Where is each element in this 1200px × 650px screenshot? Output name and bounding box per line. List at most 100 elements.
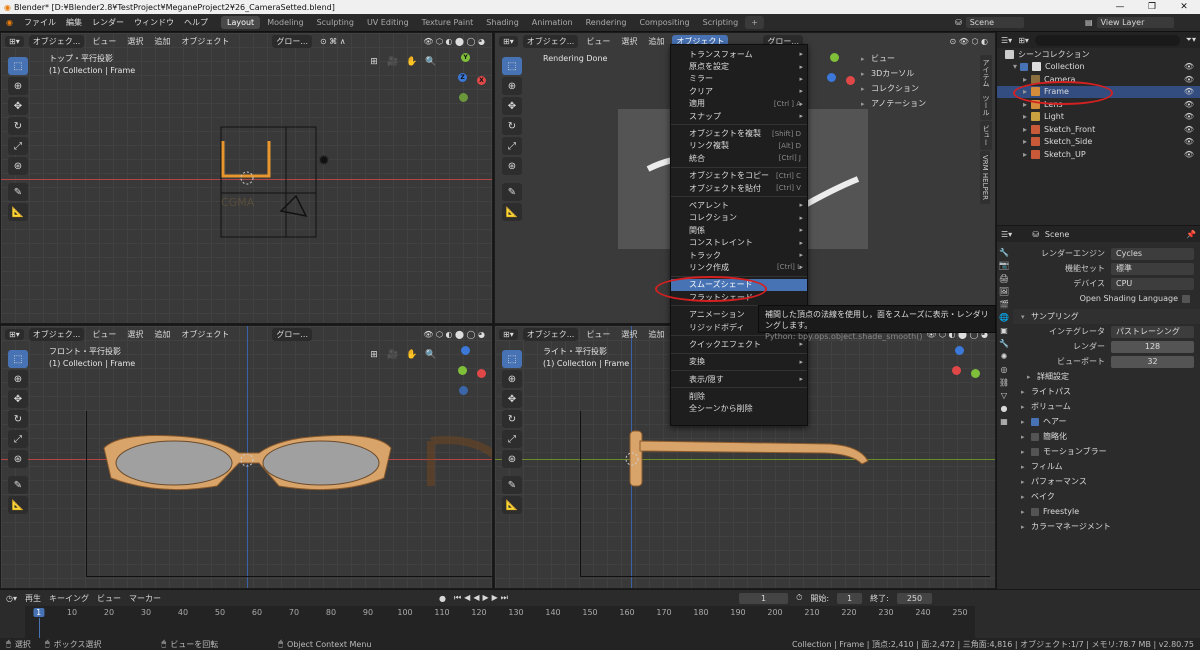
cursor-tool[interactable]: ⊕ — [8, 370, 28, 388]
select-box-tool[interactable]: ⬚ — [8, 350, 28, 368]
tab-modeling[interactable]: Modeling — [261, 16, 309, 29]
sidebar-tab-vrm-helper[interactable]: VRM HELPER — [980, 151, 990, 205]
menu-render[interactable]: レンダー — [87, 17, 129, 28]
object-menu-item[interactable]: 削除 — [671, 390, 807, 402]
gizmo-y-icon[interactable] — [458, 366, 467, 375]
gizmo-z-icon[interactable] — [827, 73, 836, 82]
sampling-panel-header[interactable]: ▾ サンプリング — [1013, 309, 1200, 324]
measure-tool[interactable]: 📐 — [502, 496, 522, 514]
eye-icon[interactable]: 👁 — [1184, 62, 1194, 71]
constraints-tab-icon[interactable]: ⛓ — [999, 378, 1009, 387]
outliner-item[interactable]: ▸ Light 👁 — [997, 111, 1200, 124]
record-button[interactable]: ● — [439, 594, 446, 603]
rotate-tool[interactable]: ↻ — [502, 117, 522, 135]
select-box-tool[interactable]: ⬚ — [502, 350, 522, 368]
pin-icon[interactable]: 📌 — [1186, 230, 1196, 239]
scene-tab-icon[interactable]: 🎬 — [999, 300, 1009, 309]
menu-view[interactable]: ビュー — [583, 328, 613, 341]
tab-rendering[interactable]: Rendering — [580, 16, 633, 29]
end-field[interactable]: 250 — [896, 592, 933, 604]
sidebar-tab-view[interactable]: ビュー — [980, 121, 992, 150]
feature-set-select[interactable]: 標準 — [1111, 262, 1194, 275]
current-frame-field[interactable]: 1 — [739, 592, 789, 604]
modifier-tab-icon[interactable]: 🔧 — [999, 339, 1009, 348]
view-layer-tab-icon[interactable]: 🖼 — [999, 287, 1009, 296]
menu-help[interactable]: ヘルプ — [179, 17, 213, 28]
orientation-select[interactable]: グロー... — [272, 35, 312, 48]
move-tool[interactable]: ✥ — [502, 97, 522, 115]
object-menu-item[interactable]: リンク複製 [Alt] D — [671, 140, 807, 152]
properties-panel-header[interactable]: ▸ カラーマネージメント — [1013, 519, 1200, 534]
editor-type-button[interactable]: ⊞▾ — [499, 329, 518, 340]
menu-add[interactable]: 追加 — [645, 328, 667, 341]
tab-shading[interactable]: Shading — [480, 16, 525, 29]
panel-checkbox[interactable] — [1031, 447, 1039, 456]
render-engine-select[interactable]: Cycles — [1111, 247, 1194, 260]
eye-icon[interactable]: 👁 — [1184, 100, 1194, 109]
eye-icon[interactable]: 👁 — [1184, 125, 1194, 134]
menu-object[interactable]: オブジェクト — [178, 35, 232, 48]
editor-type-button[interactable]: ⊞▾ — [5, 329, 24, 340]
outliner-search[interactable] — [1034, 34, 1180, 46]
move-tool[interactable]: ✥ — [8, 97, 28, 115]
editor-type-button[interactable]: ⊞▾ — [499, 36, 518, 47]
camera-view-icon[interactable]: 🎥 — [386, 55, 400, 69]
object-menu-item[interactable]: 適用 [Ctrl ] A ▸ — [671, 98, 807, 110]
data-tab-icon[interactable]: ▽ — [1001, 391, 1007, 400]
sidebar-collection[interactable]: ▸ コレクション — [853, 81, 973, 96]
panel-checkbox[interactable] — [1031, 507, 1039, 516]
rotate-tool[interactable]: ↻ — [8, 117, 28, 135]
object-menu-item[interactable]: 全シーンから削除 — [671, 403, 807, 415]
texture-tab-icon[interactable]: ▦ — [1000, 417, 1008, 426]
annotate-tool[interactable]: ✎ — [502, 183, 522, 201]
viewport-top-left[interactable]: ⊞▾ オブジェク... ビュー 選択 追加 オブジェクト グロー... ⊙ ⌘ … — [0, 32, 493, 324]
gizmo-neg-z-icon[interactable] — [459, 386, 468, 395]
measure-tool[interactable]: 📐 — [8, 496, 28, 514]
tool-tab-icon[interactable]: 🔧 — [999, 248, 1009, 257]
render-samples-field[interactable]: 128 — [1111, 340, 1194, 353]
world-tab-icon[interactable]: 🌐 — [999, 313, 1009, 322]
view-layer-selector[interactable]: ▤ View Layer — [1085, 17, 1175, 28]
transform-tool[interactable]: ⊛ — [502, 450, 522, 468]
mode-select[interactable]: オブジェク... — [28, 35, 85, 48]
particles-tab-icon[interactable]: ✺ — [1001, 352, 1008, 361]
tab-scripting[interactable]: Scripting — [697, 16, 745, 29]
outliner-item[interactable]: ▸ Sketch_UP 👁 — [997, 148, 1200, 161]
select-box-tool[interactable]: ⬚ — [8, 57, 28, 75]
object-menu-item[interactable]: スナップ ▸ — [671, 110, 807, 122]
close-button[interactable]: ✕ — [1168, 2, 1200, 12]
editor-type-icon[interactable]: ☰▾ — [1001, 230, 1012, 239]
scale-tool[interactable]: ⤢ — [8, 430, 28, 448]
properties-panel-header[interactable]: ▸ 簡略化 — [1013, 429, 1200, 444]
output-tab-icon[interactable]: 🖨 — [999, 274, 1009, 283]
object-menu-item[interactable]: ミラー ▸ — [671, 73, 807, 85]
expand-arrow-icon[interactable]: ▸ — [1023, 125, 1027, 134]
gizmo-z-icon[interactable] — [461, 346, 470, 355]
properties-panel-header[interactable]: ▸ パフォーマンス — [1013, 474, 1200, 489]
tab-sculpting[interactable]: Sculpting — [311, 16, 360, 29]
timeline-marker-menu[interactable]: マーカー — [129, 593, 161, 604]
object-menu-item[interactable]: 表示/隠す ▸ — [671, 373, 807, 385]
start-field[interactable]: 1 — [837, 592, 863, 604]
measure-tool[interactable]: 📐 — [502, 203, 522, 221]
scale-tool[interactable]: ⤢ — [8, 137, 28, 155]
timeline-keying-menu[interactable]: キーイング — [49, 593, 89, 604]
timeline-track[interactable]: 1 10 20 30 40 50 60 70 80 90 100 110 120 130 140 150 160… — [25, 606, 975, 638]
gizmo-neg-y-icon[interactable] — [459, 93, 468, 102]
tab-compositing[interactable]: Compositing — [633, 16, 695, 29]
outliner-item[interactable]: ▸ Sketch_Front 👁 — [997, 123, 1200, 136]
scale-tool[interactable]: ⤢ — [502, 430, 522, 448]
menu-file[interactable]: ファイル — [19, 17, 61, 28]
grid-view-icon[interactable]: ⊞ — [367, 348, 381, 362]
render-tab-icon[interactable]: 📷 — [999, 261, 1009, 270]
expand-arrow-icon[interactable]: ▸ — [1023, 137, 1027, 146]
gizmo-x-icon[interactable] — [952, 366, 961, 375]
menu-edit[interactable]: 編集 — [61, 17, 87, 28]
object-menu-item[interactable]: トランスフォーム ▸ — [671, 48, 807, 60]
minimize-button[interactable]: — — [1104, 2, 1136, 12]
expand-arrow-icon[interactable]: ▸ — [1023, 150, 1027, 159]
measure-tool[interactable]: 📐 — [8, 203, 28, 221]
maximize-button[interactable]: ❐ — [1136, 2, 1168, 12]
advanced-subpanel[interactable]: ▸ 詳細設定 — [1013, 369, 1200, 384]
object-menu-item[interactable]: 変換 ▸ — [671, 356, 807, 368]
